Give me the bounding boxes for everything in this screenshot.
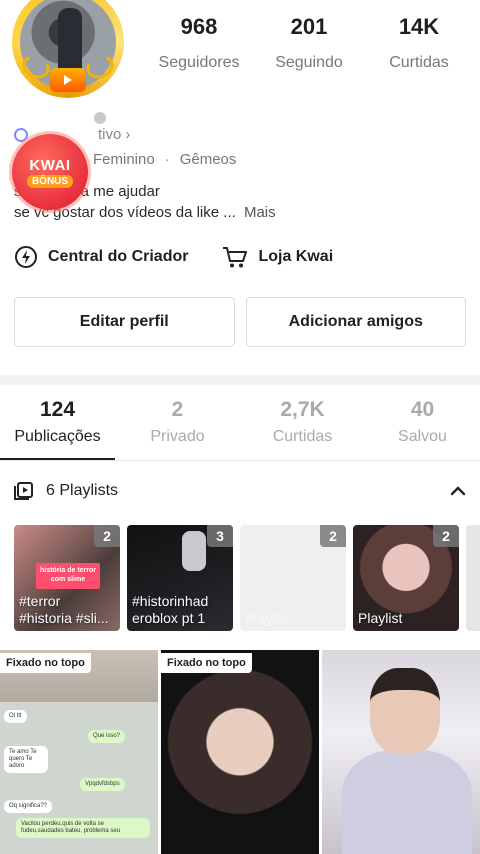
playlist-icon — [14, 482, 33, 500]
chat-bubble: Vpqdvfdsbps — [80, 778, 125, 791]
stat-likes[interactable]: 14K Curtidas — [364, 14, 474, 72]
profile-avatar[interactable] — [12, 0, 124, 98]
playlists-row: história de terror com slime 2 #terror #… — [14, 525, 480, 631]
bio-more-link[interactable]: Mais — [244, 204, 276, 221]
chat-bubble: Oi ttt — [4, 710, 27, 723]
video-thumbnail[interactable] — [322, 650, 480, 854]
tab-likes[interactable]: 2,7K Curtidas — [240, 398, 365, 446]
playlists-title-group: 6 Playlists — [14, 481, 118, 501]
creator-shortcuts: Central do Criador Loja Kwai — [14, 245, 333, 269]
pinned-badge: Fixado no topo — [161, 653, 252, 673]
stat-label: Seguidores — [158, 54, 240, 71]
tab-saved[interactable]: 40 Salvou — [365, 398, 480, 446]
kwai-store-link[interactable]: Loja Kwai — [222, 245, 333, 269]
stat-value: 968 — [180, 14, 218, 39]
playlist-caption: Playlist — [358, 610, 403, 626]
stat-label: Seguindo — [275, 54, 343, 71]
creator-center-link[interactable]: Central do Criador — [14, 245, 188, 269]
playlist-card[interactable]: 2 Playlist — [240, 525, 346, 631]
pinned-badge: Fixado no topo — [0, 653, 91, 673]
video-grid: Fixado no topo Oi ttt Que isso? Te amo T… — [0, 650, 480, 854]
chat-bubble: Vacilou perdeu,quis de volta se fudeu,sa… — [16, 818, 150, 838]
playlist-video-count: 2 — [94, 525, 120, 547]
playlist-thumbnail-tag: história de terror com slime — [36, 563, 100, 589]
stat-label: Curtidas — [389, 54, 449, 71]
tab-count: 2 — [171, 398, 184, 421]
tab-publications[interactable]: 124 Publicações — [0, 398, 115, 446]
profile-tabs: 124 Publicações 2 Privado 2,7K Curtidas … — [0, 398, 480, 446]
lightning-circle-icon — [15, 246, 37, 268]
thumbnail-shirt — [342, 750, 472, 854]
gender-label: Feminino — [93, 151, 155, 168]
chevron-right-icon: › — [125, 126, 131, 143]
tab-count: 2,7K — [280, 398, 325, 421]
kwai-bonus-title: KWAI — [29, 156, 71, 174]
profile-stats: 968 Seguidores 201 Seguindo 14K Curtidas — [144, 14, 474, 72]
chat-bubble: Que isso? — [88, 730, 126, 743]
playlist-video-count: 3 — [207, 525, 233, 547]
playlist-card-partial[interactable] — [466, 525, 480, 631]
playlist-caption: #historinhad eroblox pt 1 — [132, 593, 209, 626]
chat-bubble: Te amo Te quero Te adoro — [4, 746, 48, 773]
add-friends-button[interactable]: Adicionar amigos — [245, 297, 466, 347]
profile-actions: Editar perfil Adicionar amigos — [14, 297, 466, 347]
tab-label: Curtidas — [272, 428, 333, 445]
tab-private[interactable]: 2 Privado — [115, 398, 240, 446]
kwai-bonus-badge[interactable]: KWAI BÔNUS — [12, 134, 88, 210]
tab-label: Privado — [150, 428, 205, 445]
section-divider — [0, 375, 480, 385]
thumbnail-face — [370, 668, 440, 754]
playlist-video-count: 2 — [433, 525, 459, 547]
playlists-count-label: 6 Playlists — [46, 482, 119, 499]
stat-followers[interactable]: 968 Seguidores — [144, 14, 254, 72]
live-play-badge-icon — [50, 68, 86, 92]
playlist-card[interactable]: 3 #historinhad eroblox pt 1 — [127, 525, 233, 631]
tabs-divider — [0, 460, 480, 461]
tab-label: Publicações — [14, 428, 101, 445]
tab-count: 124 — [39, 398, 76, 421]
playlist-video-count: 2 — [320, 525, 346, 547]
playlists-header[interactable]: 6 Playlists — [14, 481, 466, 501]
chat-bubble: Oq significa?? — [4, 800, 53, 813]
playlist-card[interactable]: 2 Playlist — [353, 525, 459, 631]
video-thumbnail[interactable]: Fixado no topo — [161, 650, 319, 854]
playlist-caption: #terror #historia #sli... — [19, 593, 109, 626]
playlist-thumbnail-figure — [182, 531, 206, 571]
shopping-cart-icon — [223, 247, 248, 268]
status-ring-icon — [14, 127, 28, 142]
chevron-up-icon[interactable] — [450, 486, 466, 496]
creator-center-label: Central do Criador — [48, 248, 189, 265]
playlist-card[interactable]: história de terror com slime 2 #terror #… — [14, 525, 120, 631]
playlist-caption: Playlist — [245, 610, 290, 626]
status-dot — [94, 112, 106, 124]
tab-count: 40 — [410, 398, 435, 421]
stat-value: 14K — [398, 14, 440, 39]
separator-dot: · — [164, 151, 170, 168]
kwai-bonus-subtitle: BÔNUS — [26, 174, 74, 188]
edit-profile-button[interactable]: Editar perfil — [14, 297, 235, 347]
video-thumbnail[interactable]: Fixado no topo Oi ttt Que isso? Te amo T… — [0, 650, 158, 854]
active-status-label: tivo — [98, 126, 122, 143]
kwai-store-label: Loja Kwai — [258, 248, 334, 265]
zodiac-label: Gêmeos — [179, 151, 237, 168]
stat-value: 201 — [290, 14, 328, 39]
stat-following[interactable]: 201 Seguindo — [254, 14, 364, 72]
tab-label: Salvou — [398, 428, 447, 445]
